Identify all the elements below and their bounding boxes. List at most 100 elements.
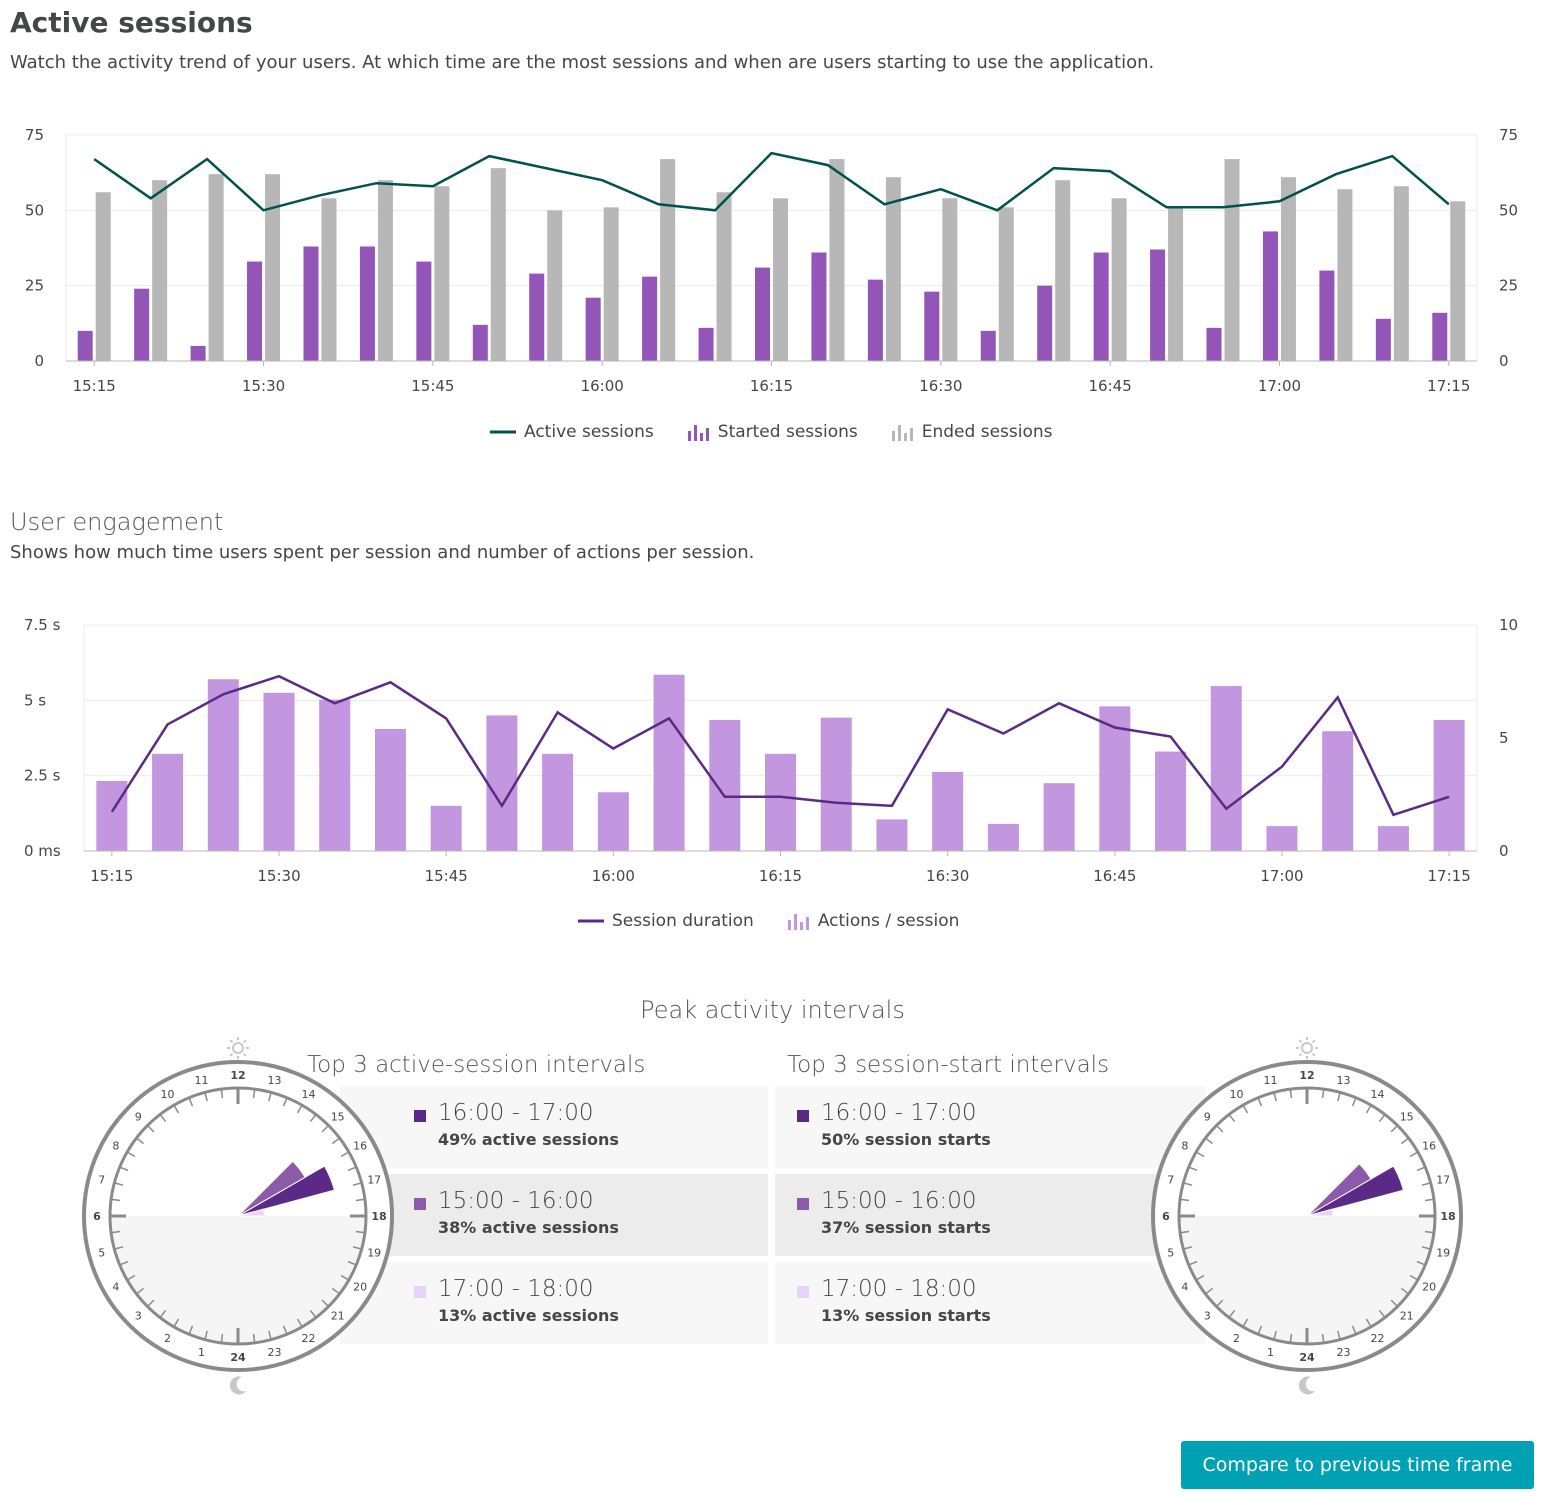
- bar: [377, 180, 393, 361]
- legend-session-duration[interactable]: Session duration: [578, 911, 754, 931]
- y-tick-label-right: 0: [1499, 842, 1509, 860]
- clock-hour-label: 3: [135, 1310, 142, 1323]
- engagement-title: User engagement: [10, 508, 224, 536]
- clock-hour-label: 9: [1204, 1110, 1211, 1123]
- start-interval-card-3[interactable]: 17:00 - 18:00 13% session starts: [775, 1262, 1151, 1344]
- active-interval-card-2[interactable]: 15:00 - 16:00 38% active sessions: [392, 1174, 768, 1256]
- bar: [190, 345, 206, 361]
- bar: [1037, 285, 1053, 361]
- bar: [95, 192, 111, 361]
- active-interval-card-1[interactable]: 16:00 - 17:00 49% active sessions: [392, 1086, 768, 1168]
- bar: [1322, 731, 1354, 851]
- sun-ray: [242, 1039, 247, 1044]
- legend-label: Started sessions: [717, 422, 858, 442]
- clock-hour-label: 20: [1422, 1281, 1436, 1294]
- interval-range: 16:00 - 17:00: [438, 1100, 594, 1126]
- clock-hour-label: 6: [93, 1210, 101, 1223]
- session-start-clock: 1234567891011 12 131415161718192021222324: [1151, 1037, 1463, 1395]
- clock-hour-label: 15: [331, 1110, 345, 1123]
- bar: [1266, 826, 1298, 851]
- clock-hour-label: 12: [1299, 1069, 1314, 1082]
- interval-range: 17:00 - 18:00: [438, 1276, 594, 1302]
- bar: [529, 273, 545, 361]
- x-tick-label: 16:00: [581, 377, 624, 395]
- clock-hour-label: 24: [230, 1351, 246, 1364]
- y-tick-label-left: 5 s: [24, 691, 46, 709]
- clock-hour-label: 5: [1167, 1246, 1174, 1259]
- bar: [1319, 270, 1335, 361]
- bar: [265, 174, 281, 361]
- legend-label: Actions / session: [817, 911, 960, 931]
- bar: [660, 159, 676, 361]
- moon-icon: [1298, 1376, 1315, 1395]
- x-tick-label: 15:30: [242, 377, 285, 395]
- clock-hour-label: 9: [135, 1110, 142, 1123]
- clock-hour-label: 14: [1371, 1088, 1385, 1101]
- sun-icon: [1296, 1037, 1318, 1059]
- y-tick-label-left: 75: [25, 126, 44, 144]
- bar: [1093, 252, 1109, 361]
- bar: [152, 180, 168, 361]
- interval-range: 17:00 - 18:00: [821, 1276, 977, 1302]
- bar: [1262, 231, 1278, 361]
- bar: [1393, 186, 1409, 361]
- clock-hour-label: 24: [1299, 1351, 1315, 1364]
- y-tick-label-left: 25: [25, 277, 44, 295]
- clock-hour-label: 11: [1264, 1074, 1278, 1087]
- active-sessions-legend: Active sessions Started sessions Ended s…: [490, 422, 1053, 442]
- interval-range: 15:00 - 16:00: [438, 1188, 594, 1214]
- bar-chart-icon: [687, 425, 709, 441]
- y-tick-label-right: 75: [1499, 126, 1518, 144]
- clock-hour-label: 13: [267, 1074, 281, 1087]
- x-tick-label: 16:15: [750, 377, 793, 395]
- start-interval-card-2[interactable]: 15:00 - 16:00 37% session starts: [775, 1174, 1151, 1256]
- clock-hour-label: 19: [1436, 1246, 1450, 1259]
- bar: [1043, 783, 1075, 851]
- bar: [134, 288, 150, 361]
- clock-hour-label: 7: [1167, 1174, 1174, 1187]
- bar: [755, 267, 770, 361]
- clock-hour-label: 23: [1336, 1346, 1350, 1359]
- clock-hour-label: 22: [302, 1332, 316, 1345]
- clock-hour-label: 19: [367, 1246, 381, 1259]
- bar: [1337, 189, 1353, 361]
- bar: [1111, 198, 1127, 361]
- line-icon: [578, 919, 604, 923]
- clock-hour-label: 22: [1371, 1332, 1385, 1345]
- y-tick-label-right: 0: [1499, 352, 1509, 370]
- bar: [773, 198, 788, 361]
- start-interval-card-1[interactable]: 16:00 - 17:00 50% session starts: [775, 1086, 1151, 1168]
- sun-ray: [1298, 1039, 1303, 1044]
- bar: [820, 717, 852, 851]
- x-tick-label: 17:15: [1428, 867, 1471, 885]
- clock-hour-label: 12: [230, 1069, 245, 1082]
- legend-active-sessions[interactable]: Active sessions: [490, 422, 654, 442]
- legend-actions-per-session[interactable]: Actions / session: [787, 911, 960, 931]
- bar: [1280, 177, 1296, 361]
- bar: [152, 753, 184, 851]
- interval-range: 15:00 - 16:00: [821, 1188, 977, 1214]
- x-tick-label: 16:00: [592, 867, 635, 885]
- legend-label: Session duration: [612, 911, 754, 931]
- active-interval-card-3[interactable]: 17:00 - 18:00 13% active sessions: [392, 1262, 768, 1344]
- clock-hour-label: 6: [1162, 1210, 1170, 1223]
- engagement-legend: Session duration Actions / session: [578, 911, 959, 931]
- sun-core: [232, 1042, 244, 1054]
- y-tick-label-right: 50: [1499, 201, 1518, 219]
- sun-ray: [1311, 1052, 1316, 1057]
- compare-previous-button[interactable]: Compare to previous time frame: [1181, 1441, 1534, 1489]
- bar: [430, 805, 462, 851]
- sun-ray: [242, 1052, 247, 1057]
- bar: [942, 198, 958, 361]
- active-session-clock: 1234567891011 12 131415161718192021222324: [82, 1037, 394, 1395]
- bar: [359, 246, 375, 361]
- user-engagement-chart: 0 ms 2.5 s 5 s 7.5 s 0 5 10 15:15 15:30 15:45 16:0…: [24, 616, 1518, 885]
- y-tick-label-left: 0 ms: [24, 842, 61, 860]
- bar: [1168, 207, 1184, 361]
- legend-ended-sessions[interactable]: Ended sessions: [891, 422, 1053, 442]
- series-line: [93, 151, 1450, 212]
- legend-started-sessions[interactable]: Started sessions: [687, 422, 858, 442]
- clock-hour-label: 14: [302, 1088, 316, 1101]
- bar: [434, 186, 450, 361]
- interval-percent: 38% active sessions: [438, 1218, 619, 1237]
